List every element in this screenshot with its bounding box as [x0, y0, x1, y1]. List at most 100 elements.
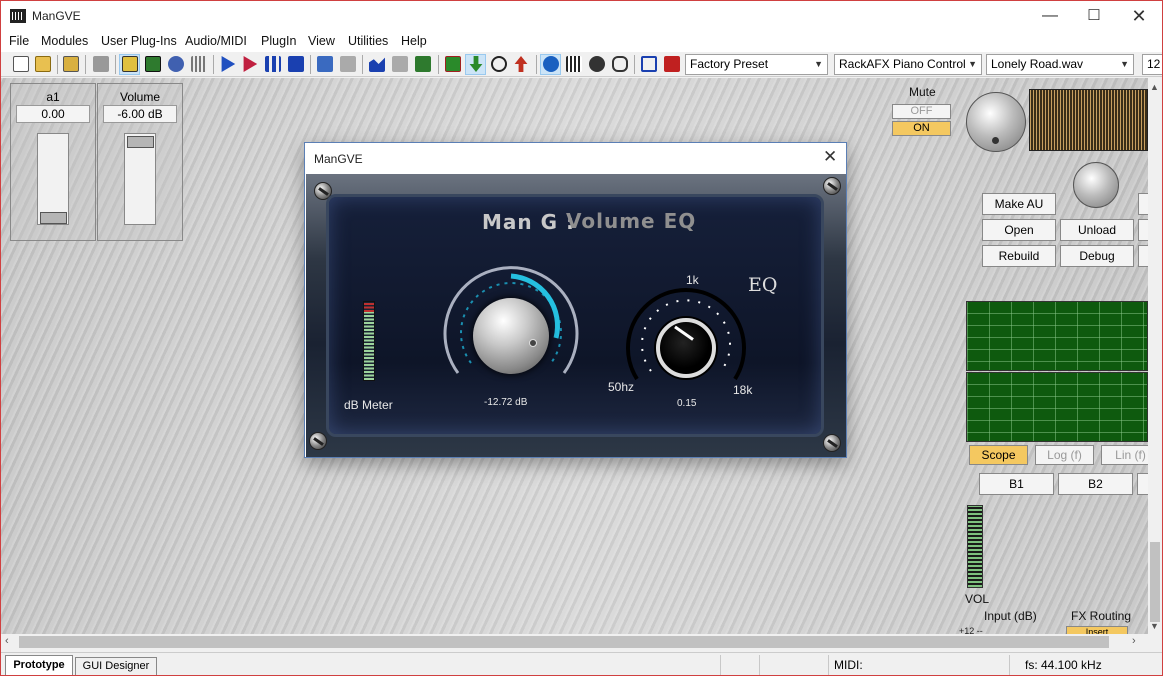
freq-top-label: 1k	[686, 273, 699, 287]
scroll-down-icon[interactable]: ▼	[1150, 621, 1159, 631]
db-meter-peak	[364, 302, 374, 312]
copy-icon[interactable]	[317, 56, 333, 72]
volume-knob[interactable]	[473, 298, 549, 374]
trash-icon[interactable]	[664, 56, 680, 72]
play-loop-icon[interactable]	[243, 56, 258, 72]
controller-select[interactable]: RackAFX Piano Control ▼	[834, 54, 982, 75]
plugin-title-bar: ManGVE ✕	[305, 143, 846, 174]
film-icon[interactable]	[589, 56, 605, 72]
secondary-knob[interactable]	[1073, 162, 1119, 208]
play-icon[interactable]	[221, 56, 236, 72]
rebuild-button[interactable]: Rebuild	[982, 245, 1056, 267]
minimize-button[interactable]: —	[1033, 5, 1067, 27]
main-knob[interactable]	[966, 92, 1026, 152]
control-name: a1	[46, 90, 60, 104]
menu-view[interactable]: View	[308, 34, 335, 48]
menu-user-plugins[interactable]: User Plug-Ins	[101, 34, 177, 48]
frequency-knob[interactable]	[656, 318, 716, 378]
vertical-scrollbar[interactable]: ▲ ▼	[1148, 78, 1162, 634]
menu-file[interactable]: File	[9, 34, 29, 48]
menu-help[interactable]: Help	[401, 34, 427, 48]
waveform-display	[1029, 89, 1148, 151]
insert-button[interactable]: Insert	[1066, 626, 1128, 634]
scroll-thumb[interactable]	[19, 636, 1109, 648]
freq-left-label: 50hz	[608, 380, 635, 394]
lin-button[interactable]: Lin (f)	[1101, 445, 1148, 465]
extra-select[interactable]: 12	[1142, 54, 1162, 75]
debug-button[interactable]: Debug	[1060, 245, 1134, 267]
scroll-up-icon[interactable]: ▲	[1150, 82, 1159, 92]
window-title: ManGVE	[32, 9, 81, 23]
status-cell	[720, 655, 759, 675]
preset-select[interactable]: Factory Preset ▼	[685, 54, 828, 75]
volume-readout: -12.72 dB	[484, 397, 528, 408]
scope-display-top	[966, 301, 1148, 371]
screw-icon	[309, 432, 327, 450]
scroll-thumb[interactable]	[1150, 542, 1160, 622]
horizontal-scrollbar[interactable]: ‹ ›	[1, 634, 1148, 651]
sliders-icon[interactable]	[191, 56, 207, 72]
chip-icon[interactable]	[145, 56, 161, 72]
mute-on-button[interactable]: ON	[892, 121, 951, 136]
input-db-label: Input (dB)	[984, 609, 1037, 623]
scroll-left-icon[interactable]: ‹	[5, 635, 9, 647]
menu-bar: File Modules User Plug-Ins Audio/MIDI Pl…	[1, 31, 1162, 52]
new-file-icon[interactable]	[13, 56, 29, 72]
menu-plugin[interactable]: PlugIn	[261, 34, 296, 48]
status-cell	[759, 655, 828, 675]
slider-thumb[interactable]	[40, 212, 67, 224]
fx-routing-label: FX Routing	[1071, 609, 1132, 623]
b1-button[interactable]: B1	[979, 473, 1054, 495]
globe-icon[interactable]	[168, 56, 184, 72]
doc-icon[interactable]	[392, 56, 408, 72]
chart-icon[interactable]	[369, 57, 385, 72]
extra-button[interactable]	[1138, 193, 1148, 215]
slider-track[interactable]	[37, 133, 69, 225]
slider-track[interactable]	[124, 133, 156, 225]
title-bar: ManGVE — ☐ ✕	[1, 1, 1162, 31]
scope-button[interactable]: Scope	[969, 445, 1028, 465]
menu-modules[interactable]: Modules	[41, 34, 88, 48]
open-button[interactable]: Open	[982, 219, 1056, 241]
stop-gray-icon[interactable]	[93, 56, 109, 72]
paste-icon[interactable]	[340, 56, 356, 72]
audio-file-select[interactable]: Lonely Road.wav ▼	[986, 54, 1134, 75]
tab-prototype[interactable]: Prototype	[5, 655, 73, 675]
close-button[interactable]: ✕	[1122, 5, 1156, 27]
plugin-window: ManGVE ✕ Man G : Volume EQ EQ dB Meter -…	[304, 142, 847, 458]
stop-icon[interactable]	[288, 56, 304, 72]
log-button[interactable]: Log (f)	[1035, 445, 1094, 465]
knob-indicator	[529, 339, 537, 347]
scroll-right-icon[interactable]: ›	[1132, 635, 1136, 647]
pause-icon[interactable]	[265, 56, 281, 72]
plugin-close-icon[interactable]: ✕	[823, 147, 837, 167]
piano-icon[interactable]	[566, 56, 582, 72]
menu-audio-midi[interactable]: Audio/MIDI	[185, 34, 247, 48]
upload-icon[interactable]	[514, 56, 528, 72]
b2-button[interactable]: B2	[1058, 473, 1133, 495]
unload-button[interactable]: Unload	[1060, 219, 1134, 241]
slider-thumb[interactable]	[127, 136, 154, 148]
maximize-button[interactable]: ☐	[1077, 5, 1111, 27]
module-icon[interactable]	[445, 56, 461, 72]
edit-icon[interactable]	[122, 56, 138, 72]
grid-icon[interactable]	[415, 56, 431, 72]
extra-button[interactable]	[1138, 245, 1148, 267]
control-value[interactable]: -6.00 dB	[103, 105, 177, 123]
mute-off-button[interactable]: OFF	[892, 104, 951, 119]
save-icon[interactable]	[63, 56, 79, 72]
control-value[interactable]: 0.00	[16, 105, 90, 123]
knob-icon[interactable]	[543, 56, 559, 72]
extra-button[interactable]	[1137, 473, 1148, 495]
tab-gui-designer[interactable]: GUI Designer	[75, 657, 157, 675]
window-icon[interactable]	[641, 56, 657, 72]
make-au-button[interactable]: Make AU	[982, 193, 1056, 215]
extra-button[interactable]	[1138, 219, 1148, 241]
app-window: ManGVE — ☐ ✕ File Modules User Plug-Ins …	[0, 0, 1163, 676]
menu-utilities[interactable]: Utilities	[348, 34, 388, 48]
power-icon[interactable]	[491, 56, 507, 72]
open-folder-icon[interactable]	[35, 56, 51, 72]
vol-label: VOL	[965, 592, 990, 606]
link-icon[interactable]	[612, 56, 628, 72]
control-panel-a1: a1 0.00	[10, 83, 96, 241]
